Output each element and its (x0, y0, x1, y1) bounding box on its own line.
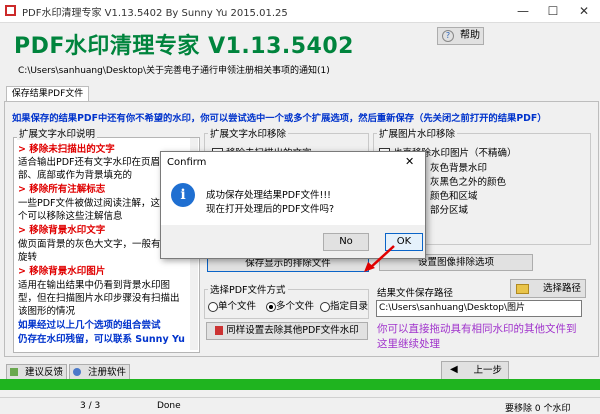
help-icon: ? (442, 30, 454, 42)
option-partial-area[interactable]: 部分区域 (430, 202, 468, 216)
help-button[interactable]: ? 帮助 (437, 27, 484, 45)
option-gray-bg[interactable]: 灰色背景水印 (430, 160, 487, 174)
user-icon (73, 368, 81, 376)
app-title: PDF水印清理专家 V1.13.5402 (14, 34, 354, 59)
radio-label: 多个文件 (276, 301, 315, 312)
feedback-label: 建议反馈 (24, 367, 63, 378)
confirm-dialog: Confirm ✕ i 成功保存处理结果PDF文件!!! 现在打开处理后的PDF… (160, 151, 426, 259)
notice-text: 如果保存的结果PDF中还有你不希望的水印，你可以尝试选中一个或多个扩展选项，然后… (12, 113, 547, 124)
explain-line: > 移除背景水印文字 (18, 225, 106, 236)
text-group-title: 扩展文字水印移除 (208, 126, 289, 140)
close-button[interactable]: ✕ (569, 0, 599, 22)
help-label: 帮助 (460, 30, 480, 41)
folder-icon (516, 284, 529, 294)
radio-folder[interactable]: 指定目录 (320, 298, 368, 312)
radio-single-file[interactable]: 单个文件 (208, 298, 256, 312)
explain-line: 适用在输出结果中仍看到背景水印图 (18, 280, 171, 291)
info-icon: i (171, 183, 195, 207)
radio[interactable] (320, 301, 330, 312)
register-label: 注册软件 (87, 367, 126, 378)
radio-label: 指定目录 (330, 301, 369, 312)
option-color-area[interactable]: 颜色和区域 (430, 188, 478, 202)
feedback-icon (10, 368, 18, 376)
image-group-title: 扩展图片水印移除 (377, 126, 458, 140)
progress-bar (0, 379, 600, 390)
window-title: PDF水印清理专家 V1.13.5402 By Sunny Yu 2015.01… (22, 8, 288, 19)
radio[interactable] (266, 301, 276, 312)
explain-line: 型，但在扫描图片水印步骤没有扫描出 (18, 293, 180, 304)
dialog-close-button[interactable]: ✕ (405, 155, 414, 168)
maximize-button[interactable]: ☐ (538, 0, 568, 22)
explain-line: > 移除未扫描出的文字 (18, 144, 115, 155)
watermark-count: 要移除 0 个水印 (505, 404, 571, 414)
current-file-path: C:\Users\sanhuang\Desktop\关于完善电子通行申领注册相关… (18, 66, 330, 76)
output-path-field[interactable]: C:\Users\sanhuang\Desktop\图片 (376, 300, 582, 317)
batch-process-button[interactable]: 同样设置去除其他PDF文件水印 (206, 322, 368, 340)
radio-label: 单个文件 (218, 301, 257, 312)
batch-label: 同样设置去除其他PDF文件水印 (226, 325, 359, 336)
explain-line: 做页面背景的灰色大文字，一般有 (18, 239, 161, 250)
status-bar: 3 / 3 Done 要移除 0 个水印 (0, 397, 600, 414)
explain-line: 仍存在水印残留，可以联系 Sunny Yu (18, 334, 185, 345)
explain-line: 该图形的情况 (18, 306, 76, 317)
explain-line: 个可以移除这些注解信息 (18, 211, 123, 222)
radio-multi-file[interactable]: 多个文件 (266, 298, 314, 312)
dialog-message-line2: 现在打开处理后的PDF文件吗? (206, 204, 335, 215)
back-label: 上一步 (473, 365, 502, 376)
minimize-button[interactable]: — (508, 0, 538, 22)
explain-line: 部、底部或作为背景填充的 (18, 170, 133, 181)
back-button[interactable]: ◀ 上一步 (441, 361, 509, 380)
explain-line: 一些PDF文件被做过阅读注解，这 (18, 198, 161, 209)
dialog-message-line1: 成功保存处理结果PDF文件!!! (206, 190, 331, 201)
title-bar: PDF水印清理专家 V1.13.5402 By Sunny Yu 2015.01… (0, 0, 600, 23)
status-text: Done (157, 401, 181, 411)
drag-hint: 你可以直接拖动具有相同水印的其他文件到这里继续处理 (377, 323, 577, 350)
arrow-left-icon: ◀ (450, 364, 458, 375)
explain-title: 扩展文字水印说明 (17, 126, 98, 140)
explain-line: > 移除背景水印图片 (18, 266, 106, 277)
option-other-color[interactable]: 灰黑色之外的颜色 (430, 174, 506, 188)
explain-line: 旋转 (18, 252, 38, 263)
tab-save-result[interactable]: 保存结果PDF文件 (6, 86, 89, 102)
dialog-title: Confirm (167, 157, 207, 168)
choose-path-label: 选择路径 (542, 283, 581, 294)
explain-line: > 移除所有注解标志 (18, 184, 106, 195)
radio[interactable] (208, 301, 218, 312)
output-path-label: 结果文件保存路径 (377, 288, 454, 299)
arrow-annotation-icon (364, 245, 395, 272)
page-count: 3 / 3 (80, 401, 101, 411)
choose-path-button[interactable]: 选择路径 (510, 279, 586, 298)
save-mode-title: 选择PDF文件方式 (208, 282, 288, 296)
pdf-icon (215, 326, 224, 335)
explain-line: 如果经过以上几个选项的组合尝试 (18, 320, 161, 331)
explain-line: 适合输出PDF还有文字水印在页眉 (18, 157, 161, 168)
app-icon (5, 5, 16, 16)
